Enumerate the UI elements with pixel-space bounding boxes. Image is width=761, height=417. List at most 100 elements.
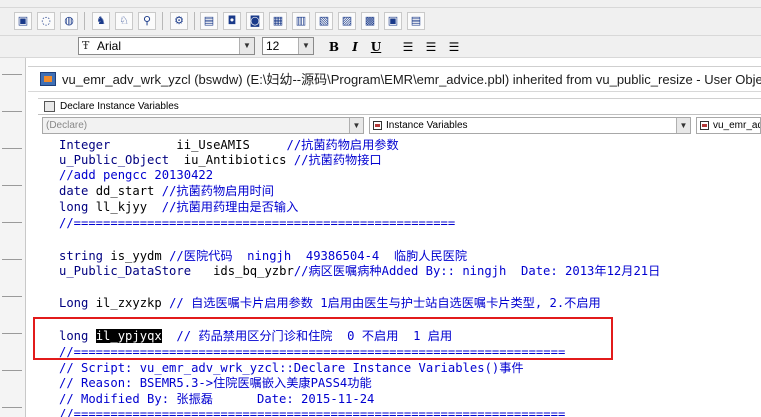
code-line: Long il_zxyzkp // 自选医嘱卡片启用参数 1启用由医生与护士站自… <box>59 295 601 311</box>
find-icon[interactable]: ♞ <box>92 12 110 30</box>
font-toolbar: Ŧ Arial ▼ 12 ▼ B I U ☰ ☰ ☰ <box>0 36 761 58</box>
code-line: u_Public_Object iu_Antibiotics //抗菌药物接口 <box>59 152 382 168</box>
code-line: // Script: vu_emr_adv_wrk_yzcl::Declare … <box>59 360 524 376</box>
paste-shared-icon[interactable]: ▩ <box>361 12 379 30</box>
code-line: //======================================… <box>59 406 565 417</box>
code-line: //add pengcc 20130422 <box>59 167 213 183</box>
code-keyword: date <box>59 184 89 198</box>
align-left-icon[interactable]: ☰ <box>399 38 417 56</box>
variable-kind-combo[interactable]: Instance Variables ▼ <box>369 117 691 134</box>
align-right-icon[interactable]: ☰ <box>445 38 463 56</box>
code-identifier: il_zxyzkp <box>88 296 170 310</box>
code-identifier: ids_bq_yzbr <box>191 264 294 278</box>
underline-button[interactable]: U <box>367 38 385 56</box>
highlight-box <box>33 317 613 360</box>
font-name-value: Arial <box>97 39 122 53</box>
gutter-marker <box>2 175 22 186</box>
align-center-icon[interactable]: ☰ <box>422 38 440 56</box>
gutter-marker <box>2 249 22 260</box>
gutter-marker <box>2 64 22 75</box>
script-pane-icon <box>44 101 55 112</box>
paste-object-icon[interactable]: ◙ <box>246 12 264 30</box>
code-comment: //======================================… <box>59 216 456 230</box>
code-line: string is_yydm //医院代码 ningjh 49386504-4 … <box>59 248 467 264</box>
gutter-marker <box>2 138 22 149</box>
code-line: // Reason: BSEMR5.3->住院医嘱嵌入美康PASS4功能 <box>59 375 372 391</box>
script-pane-title: Declare Instance Variables <box>38 98 761 115</box>
toolbar-separator <box>84 12 85 30</box>
paste-sql-icon[interactable]: ▤ <box>200 12 218 30</box>
user-object-icon <box>40 72 56 86</box>
gutter-marker <box>2 360 22 371</box>
paste-icon[interactable]: ▤ <box>407 12 425 30</box>
gutter-marker <box>2 101 22 112</box>
code-identifier: is_yydm <box>103 249 170 263</box>
code-keyword: Long <box>59 296 89 310</box>
code-line: Integer ii_UseAMIS //抗菌药物启用参数 <box>59 137 399 153</box>
gutter-marker <box>2 397 22 408</box>
code-keyword: u_Public_Object <box>59 153 170 167</box>
variable-kind-value: Instance Variables <box>386 120 468 131</box>
code-comment: //病区医嘱病种Added By:: ningjh Date: 2013年12月… <box>293 264 661 278</box>
chevron-down-icon[interactable]: ▼ <box>239 38 254 54</box>
top-toolbar-strip <box>0 0 761 8</box>
toolbar-separator <box>162 12 163 30</box>
code-comment: //抗菌用药理由是否输入 <box>161 200 299 214</box>
variables-icon <box>373 121 382 130</box>
code-identifier: iu_Antibiotics <box>169 153 294 167</box>
paste-instance-icon[interactable]: ▧ <box>315 12 333 30</box>
chevron-down-icon[interactable]: ▼ <box>349 118 363 133</box>
paste-global-icon[interactable]: ▨ <box>338 12 356 30</box>
code-comment: //======================================… <box>59 407 566 417</box>
uncomment-icon[interactable]: ◍ <box>60 12 78 30</box>
gutter-marker <box>2 286 22 297</box>
paste-argument-icon[interactable]: ▥ <box>292 12 310 30</box>
object-combo[interactable]: vu_emr_adv <box>696 117 761 134</box>
chevron-down-icon[interactable]: ▼ <box>298 38 313 54</box>
truetype-icon: Ŧ <box>82 39 90 52</box>
gutter-marker <box>2 323 22 334</box>
code-comment: // 自选医嘱卡片启用参数 1启用由医生与护士站自选医嘱卡片类型, 2.不启用 <box>169 296 601 310</box>
bold-button[interactable]: B <box>325 38 343 56</box>
code-editor[interactable]: Integer ii_UseAMIS //抗菌药物启用参数 u_Public_O… <box>44 135 761 417</box>
font-size-value: 12 <box>266 39 280 53</box>
window-title: vu_emr_adv_wrk_yzcl (bswdw) (E:\妇幼--源码\P… <box>28 66 761 92</box>
code-keyword: string <box>59 249 104 263</box>
code-keyword: Integer <box>59 138 111 152</box>
chevron-down-icon[interactable]: ▼ <box>676 118 690 133</box>
code-comment: //add pengcc 20130422 <box>59 168 214 182</box>
left-gutter <box>0 58 26 417</box>
paste-special-icon[interactable]: ▣ <box>384 12 402 30</box>
comment-icon[interactable]: ◌ <box>37 12 55 30</box>
font-size-select[interactable]: 12 ▼ <box>262 37 314 55</box>
gutter-marker <box>2 212 22 223</box>
code-comment: //抗菌药物接口 <box>293 153 382 167</box>
code-line: date dd_start //抗菌药物启用时间 <box>59 183 274 199</box>
code-keyword: long <box>59 200 89 214</box>
select-all-icon[interactable]: ▣ <box>14 12 32 30</box>
code-line: u_Public_DataStore ids_bq_yzbr//病区医嘱病种Ad… <box>59 263 660 279</box>
code-comment: //抗菌药物启用时间 <box>161 184 274 198</box>
scope-combo-value: (Declare) <box>46 120 88 131</box>
code-line: // Modified By: 张振磊 Date: 2015-11-24 <box>59 391 374 407</box>
font-name-select[interactable]: Ŧ Arial ▼ <box>78 37 255 55</box>
code-comment: //医院代码 ningjh 49386504-4 临朐人民医院 <box>169 249 468 263</box>
code-comment: // Reason: BSEMR5.3->住院医嘱嵌入美康PASS4功能 <box>59 376 372 390</box>
code-identifier: dd_start <box>88 184 162 198</box>
object-icon <box>700 121 709 130</box>
italic-button[interactable]: I <box>346 38 364 56</box>
code-keyword: u_Public_DataStore <box>59 264 192 278</box>
paste-function-icon[interactable]: ◘ <box>223 12 241 30</box>
scope-combo[interactable]: (Declare) ▼ <box>42 117 364 134</box>
code-identifier: ii_UseAMIS <box>110 138 287 152</box>
code-comment: // Modified By: 张振磊 Date: 2015-11-24 <box>59 392 375 406</box>
toolbar-separator <box>194 12 195 30</box>
compile-icon[interactable]: ⚙ <box>170 12 188 30</box>
object-combo-value: vu_emr_adv <box>713 120 760 131</box>
replace-icon[interactable]: ♘ <box>115 12 133 30</box>
code-comment: // Script: vu_emr_adv_wrk_yzcl::Declare … <box>59 361 524 375</box>
paste-statement-icon[interactable]: ▦ <box>269 12 287 30</box>
code-line: //======================================… <box>59 215 455 231</box>
main-toolbar: ▣ ◌ ◍ ♞ ♘ ⚲ ⚙ ▤ ◘ ◙ ▦ ▥ ▧ ▨ ▩ ▣ ▤ <box>0 8 761 36</box>
find-next-icon[interactable]: ⚲ <box>138 12 156 30</box>
